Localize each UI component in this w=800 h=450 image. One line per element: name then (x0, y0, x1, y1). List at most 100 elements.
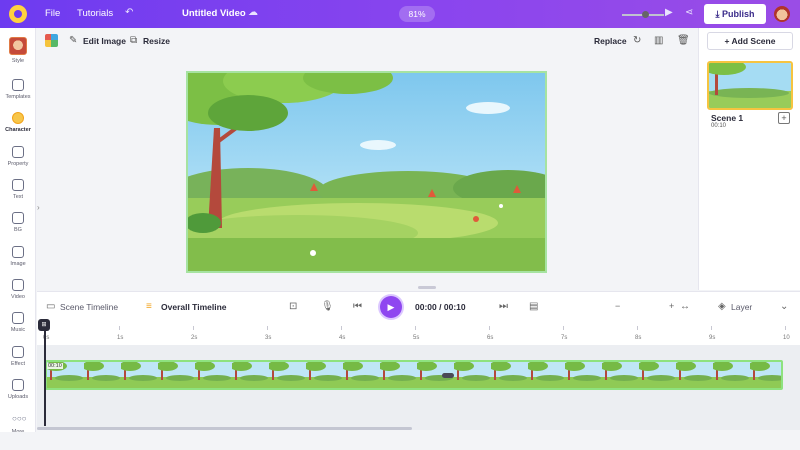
sidebar-item-property[interactable]: Property (0, 146, 36, 167)
style-icon (9, 37, 27, 55)
project-title[interactable]: Untitled Video (182, 8, 246, 19)
scene-canvas[interactable] (186, 71, 547, 273)
screenshot-icon[interactable]: ⊡ (289, 301, 297, 312)
sidebar-item-label: Music (10, 327, 26, 333)
file-menu[interactable]: File (45, 8, 60, 19)
video-icon (12, 279, 24, 291)
sidebar-item-music[interactable]: Music (0, 312, 36, 333)
sidebar-item-character[interactable]: Character (0, 112, 36, 133)
more-icon: ○○○ (12, 414, 27, 423)
sidebar-item-style[interactable]: Style (0, 37, 36, 64)
zoom-level[interactable]: 81% (399, 6, 435, 22)
ruler-tick-mark (341, 326, 342, 330)
edit-image-button[interactable]: Edit Image (83, 36, 126, 46)
bottom-area (0, 432, 800, 450)
ruler-tick-mark (415, 326, 416, 330)
sidebar-item-templates[interactable]: Templates (0, 79, 36, 100)
user-avatar[interactable] (774, 6, 790, 22)
layer-button[interactable]: Layer (731, 302, 752, 312)
image-icon (12, 246, 24, 258)
preview-icon[interactable]: ▶ (665, 7, 673, 19)
scene-thumbnail[interactable] (707, 61, 793, 110)
sidebar-item-uploads[interactable]: Uploads (0, 379, 36, 400)
skip-forward-icon[interactable]: ⏭ (499, 301, 508, 312)
video-track-clip[interactable] (45, 360, 783, 390)
add-after-scene-button[interactable]: + (778, 112, 790, 124)
sidebar-item-effect[interactable]: Effect (0, 346, 36, 367)
timeline-tracks: 00:10 (37, 345, 800, 430)
timeline-ruler[interactable]: 0s 1s 2s 3s 4s 5s 6s 7s 8s 9s 10 (37, 321, 800, 345)
chevron-down-icon[interactable]: ⌄ (780, 301, 788, 312)
total-time: 00:10 (443, 302, 466, 312)
scenes-panel: + Add Scene Scene 1 00:10 + (698, 28, 800, 290)
scene-duration: 00:10 (711, 123, 727, 129)
bg-icon (12, 212, 24, 224)
ruler-tick-label: 3s (265, 335, 272, 341)
publish-label: Publish (721, 9, 755, 19)
scene-name: Scene 1 (711, 113, 744, 123)
captions-icon[interactable]: ▤ (529, 301, 538, 312)
undo-icon[interactable]: ↶ (125, 7, 133, 19)
skip-back-icon[interactable]: ⏮ (353, 301, 362, 312)
cloud-sync-icon: ☁ (248, 7, 258, 18)
ruler-tick-mark (193, 326, 194, 330)
resize-icon: ⧉ (130, 35, 138, 46)
publish-button[interactable]: ⤓ Publish (704, 4, 766, 24)
clip-drag-handle[interactable] (442, 373, 454, 378)
microphone-icon[interactable]: 🎙 (321, 301, 334, 312)
play-button[interactable]: ▶ (380, 296, 402, 318)
clip-duration-label: 00:10 (47, 363, 63, 369)
sidebar-item-video[interactable]: Video (0, 279, 36, 300)
delete-icon[interactable]: 🗑 (677, 35, 690, 46)
horizontal-scrollbar[interactable] (37, 427, 412, 430)
sidebar-item-image[interactable]: Image (0, 246, 36, 267)
resize-button[interactable]: Resize (143, 36, 170, 46)
current-time: 00:00 (415, 302, 437, 312)
fit-width-icon[interactable]: ↔ (680, 301, 690, 312)
collapse-panel-icon[interactable]: › (37, 203, 40, 212)
tab-overall-timeline[interactable]: Overall Timeline (161, 302, 227, 312)
ruler-tick-label: 10 (783, 335, 790, 341)
ruler-tick-mark (563, 326, 564, 330)
ruler-tick-mark (637, 326, 638, 330)
timeline-controls: ▭ Scene Timeline ≡ Overall Timeline ⊡ 🎙 … (37, 291, 800, 321)
panel-icon[interactable]: ▥ (654, 35, 663, 46)
ruler-tick-mark (711, 326, 712, 330)
timeline-zoom-knob[interactable] (641, 11, 649, 18)
playhead-handle[interactable]: ⊞ (38, 319, 50, 331)
tab-scene-timeline[interactable]: Scene Timeline (60, 302, 118, 312)
music-icon (12, 312, 24, 324)
share-icon[interactable]: ⋖ (685, 7, 693, 19)
ruler-tick-label: 4s (339, 335, 346, 341)
image-toolbar: ✎ Edit Image ⧉ Resize Replace ↻ ▥ 🗑 (37, 28, 697, 54)
sidebar-item-text[interactable]: Text (0, 179, 36, 200)
tutorials-menu[interactable]: Tutorials (77, 8, 113, 19)
color-palette-icon[interactable] (45, 34, 58, 47)
layer-icon: ◈ (718, 301, 726, 312)
playhead-line (44, 331, 46, 426)
effect-icon (12, 346, 24, 358)
uploads-icon (12, 379, 24, 391)
sidebar-item-label: Property (7, 161, 29, 167)
sidebar-item-label: Video (11, 294, 25, 300)
replace-button[interactable]: Replace (594, 36, 627, 46)
character-icon (12, 112, 24, 124)
reset-icon[interactable]: ↻ (633, 35, 641, 46)
sidebar-item-label: Uploads (7, 394, 29, 400)
zoom-out-icon[interactable]: − (615, 301, 620, 312)
left-sidebar: Style Templates Character Property Text … (0, 28, 40, 450)
app-logo[interactable] (9, 5, 27, 23)
add-scene-button[interactable]: + Add Scene (707, 32, 793, 50)
ruler-tick-label: 2s (191, 335, 198, 341)
sidebar-item-label: Effect (11, 361, 25, 367)
sidebar-item-label: Character (5, 127, 31, 133)
scene-thumbnail-image (709, 63, 791, 108)
sidebar-item-bg[interactable]: BG (0, 212, 36, 233)
templates-icon (12, 79, 24, 91)
ruler-tick-mark (785, 326, 786, 330)
zoom-in-icon[interactable]: + (669, 301, 674, 312)
resize-handle[interactable] (418, 286, 436, 289)
ruler-tick-label: 7s (561, 335, 568, 341)
time-display: 00:00 / 00:10 (415, 302, 466, 312)
text-icon (12, 179, 24, 191)
